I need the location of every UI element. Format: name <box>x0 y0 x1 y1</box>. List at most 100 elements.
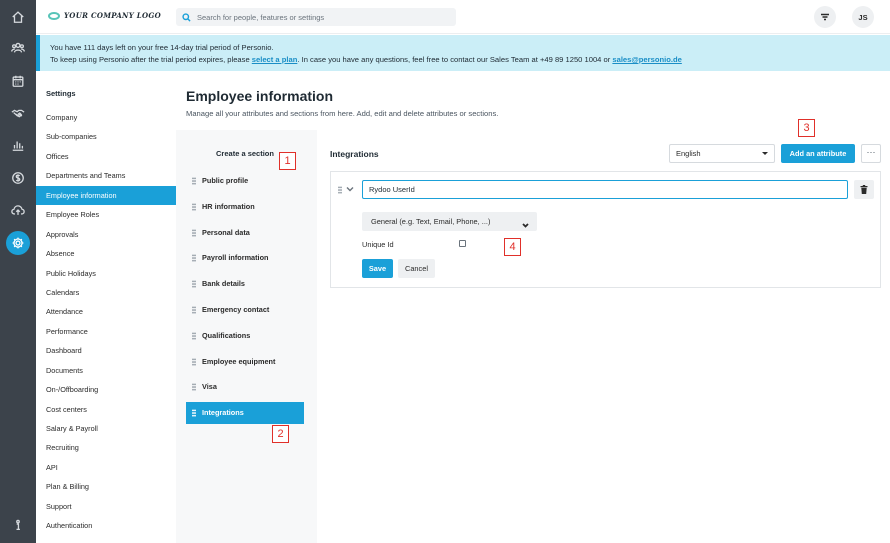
user-avatar[interactable]: JS <box>852 6 874 28</box>
trial-contact-text: To keep using Personio after the trial p… <box>50 54 880 66</box>
panel-title: Integrations <box>330 149 379 159</box>
section-item-personal-data[interactable]: Personal data <box>186 222 304 244</box>
settings-item-calendars[interactable]: Calendars <box>36 283 176 302</box>
settings-sidebar: Settings Company Sub-companies Offices D… <box>36 78 176 543</box>
settings-item-api[interactable]: API <box>36 458 176 477</box>
drag-handle-icon[interactable] <box>192 305 196 314</box>
handshake-icon[interactable] <box>6 101 30 125</box>
section-item-bank-details[interactable]: Bank details <box>186 273 304 295</box>
section-label: Emergency contact <box>202 304 270 314</box>
drag-handle-icon[interactable] <box>192 228 196 237</box>
section-label: HR information <box>202 201 255 211</box>
settings-item-onboarding[interactable]: On-/Offboarding <box>36 380 176 399</box>
filter-icon <box>821 13 829 21</box>
section-item-public-profile[interactable]: Public profile <box>186 170 304 192</box>
select-plan-link[interactable]: select a plan <box>252 55 298 64</box>
settings-gear-icon[interactable] <box>6 231 30 255</box>
logo-text: YOUR COMPANY LOGO <box>64 11 162 20</box>
sales-email-link[interactable]: sales@personio.de <box>612 55 681 64</box>
drag-handle-icon[interactable] <box>192 331 196 340</box>
section-label: Visa <box>202 382 217 392</box>
more-options-button[interactable]: ··· <box>861 144 881 163</box>
calendar-icon[interactable] <box>6 69 30 93</box>
attribute-type-value: General (e.g. Text, Email, Phone, ...) <box>371 217 491 226</box>
attribute-editor-card: General (e.g. Text, Email, Phone, ...) U… <box>330 171 881 288</box>
section-item-emergency-contact[interactable]: Emergency contact <box>186 299 304 321</box>
settings-item-attendance[interactable]: Attendance <box>36 302 176 321</box>
settings-title: Settings <box>46 89 76 98</box>
drag-handle-icon[interactable] <box>192 357 196 366</box>
cloud-upload-icon[interactable] <box>6 198 30 222</box>
section-item-payroll-information[interactable]: Payroll information <box>186 247 304 269</box>
settings-item-dashboard[interactable]: Dashboard <box>36 341 176 360</box>
drag-handle-icon[interactable] <box>192 409 196 418</box>
logo-mark-icon <box>48 11 60 20</box>
settings-item-recruiting[interactable]: Recruiting <box>36 438 176 457</box>
section-item-employee-equipment[interactable]: Employee equipment <box>186 351 304 373</box>
unique-id-checkbox[interactable] <box>459 240 466 247</box>
drag-handle-icon[interactable] <box>192 177 196 185</box>
search-input[interactable] <box>197 12 437 22</box>
settings-item-salary-payroll[interactable]: Salary & Payroll <box>36 419 176 438</box>
settings-menu: Company Sub-companies Offices Department… <box>36 108 176 536</box>
drag-handle-icon[interactable] <box>192 254 196 263</box>
info-icon[interactable] <box>6 513 30 537</box>
settings-item-company[interactable]: Company <box>36 108 176 127</box>
section-item-qualifications[interactable]: Qualifications <box>186 325 304 347</box>
settings-item-performance[interactable]: Performance <box>36 322 176 341</box>
people-icon[interactable] <box>6 36 30 60</box>
section-item-hr-information[interactable]: HR information <box>186 196 304 218</box>
company-logo[interactable]: YOUR COMPANY LOGO <box>48 11 161 20</box>
settings-item-public-holidays[interactable]: Public Holidays <box>36 264 176 283</box>
add-attribute-button[interactable]: Add an attribute <box>781 144 855 163</box>
chart-icon[interactable] <box>6 133 30 157</box>
avatar-initials: JS <box>858 12 868 22</box>
trial-contact-middle: . In case you have any questions, feel f… <box>297 55 613 64</box>
annotation-marker-4: 4 <box>504 238 521 256</box>
filter-menu-button[interactable] <box>814 6 836 28</box>
chevron-down-icon[interactable] <box>346 185 354 193</box>
trial-days-text: You have 111 days left on your free 14-d… <box>50 43 274 52</box>
section-label: Payroll information <box>202 253 269 263</box>
settings-item-plan-billing[interactable]: Plan & Billing <box>36 477 176 496</box>
section-label: Integrations <box>202 408 244 418</box>
language-select[interactable]: English <box>669 144 775 163</box>
settings-item-approvals[interactable]: Approvals <box>36 225 176 244</box>
money-icon[interactable] <box>6 166 30 190</box>
attribute-type-select[interactable]: General (e.g. Text, Email, Phone, ...) <box>362 212 537 231</box>
delete-attribute-button[interactable] <box>854 180 874 199</box>
chevron-down-icon <box>522 217 529 228</box>
settings-item-employee-information[interactable]: Employee information <box>36 185 176 206</box>
global-search[interactable] <box>176 8 456 26</box>
settings-item-departments-teams[interactable]: Departments and Teams <box>36 166 176 185</box>
trash-icon <box>860 185 868 194</box>
settings-item-cost-centers[interactable]: Cost centers <box>36 400 176 419</box>
settings-item-absence[interactable]: Absence <box>36 244 176 263</box>
section-item-visa[interactable]: Visa <box>186 376 304 398</box>
settings-item-authentication[interactable]: Authentication <box>36 516 176 535</box>
drag-handle-icon[interactable] <box>192 280 196 289</box>
sections-panel: Create a section Public profile HR infor… <box>176 130 317 543</box>
settings-item-sub-companies[interactable]: Sub-companies <box>36 127 176 146</box>
drag-handle-icon[interactable] <box>192 202 196 211</box>
save-button[interactable]: Save <box>362 259 393 278</box>
settings-item-offices[interactable]: Offices <box>36 147 176 166</box>
main-content: Employee information Manage all your att… <box>176 78 890 543</box>
drag-handle-icon[interactable] <box>338 186 342 194</box>
settings-item-support[interactable]: Support <box>36 497 176 516</box>
page-subtitle: Manage all your attributes and sections … <box>186 109 499 118</box>
caret-down-icon <box>762 152 768 155</box>
section-item-integrations[interactable]: Integrations <box>186 402 304 425</box>
settings-item-documents[interactable]: Documents <box>36 361 176 380</box>
section-label: Public profile <box>202 176 249 185</box>
cancel-button[interactable]: Cancel <box>398 259 435 278</box>
top-header: YOUR COMPANY LOGO JS <box>36 0 890 34</box>
section-label: Bank details <box>202 279 245 289</box>
attribute-name-input[interactable] <box>362 180 848 199</box>
app-icon-rail <box>0 0 36 543</box>
home-icon[interactable] <box>6 5 30 29</box>
drag-handle-icon[interactable] <box>192 383 196 392</box>
annotation-marker-3: 3 <box>798 119 815 137</box>
settings-item-employee-roles[interactable]: Employee Roles <box>36 205 176 224</box>
section-label: Qualifications <box>202 330 251 340</box>
